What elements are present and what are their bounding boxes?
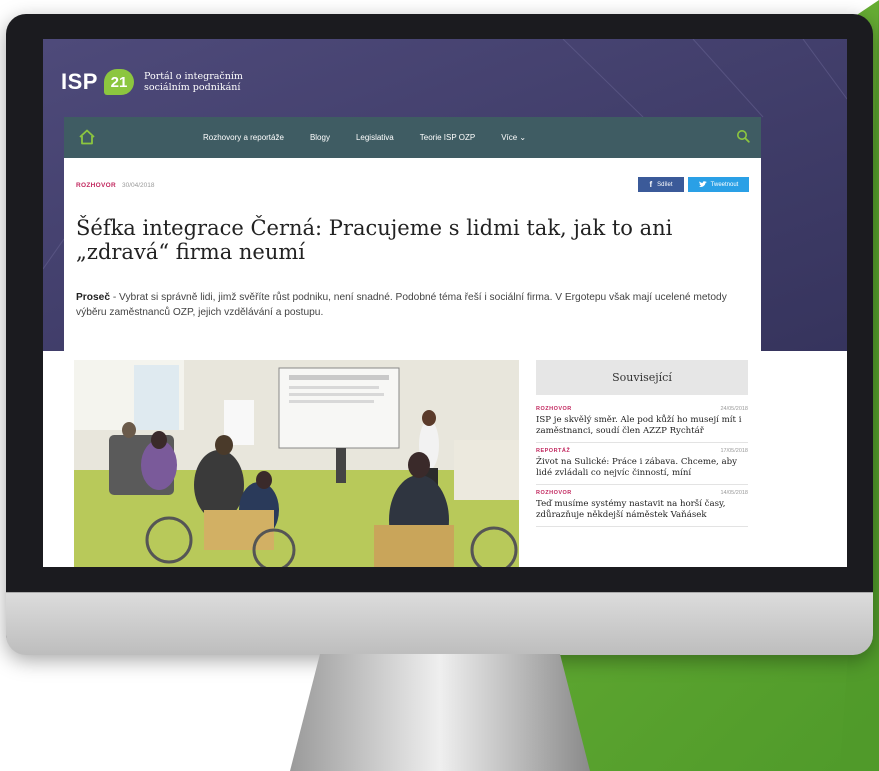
nav-item-teorie[interactable]: Teorie ISP OZP [420,133,475,142]
nav-item-legislativa[interactable]: Legislativa [356,133,394,142]
share-facebook-button[interactable]: f Sdílet [638,177,684,192]
article-photo [74,360,519,567]
nav-item-rozhovory[interactable]: Rozhovory a reportáže [203,133,284,142]
twitter-icon [698,181,707,187]
main-navigation: Rozhovory a reportáže Blogy Legislativa … [64,117,761,158]
related-item[interactable]: ROZHOVOR 24/05/2018 ISP je skvělý směr. A… [536,401,748,443]
article-meta: ROZHOVOR 30/04/2018 [76,182,155,189]
related-item-category[interactable]: ROZHOVOR [536,406,572,412]
logo-text: ISP [61,69,98,94]
article-category[interactable]: ROZHOVOR [76,182,116,189]
site-tagline: Portál o integračním sociálním podnikání [143,71,243,93]
related-articles: Související ROZHOVOR 24/05/2018 ISP je sk… [536,360,748,527]
related-heading: Související [536,360,748,395]
related-item[interactable]: ROZHOVOR 14/05/2018 Teď musíme systémy na… [536,485,748,527]
monitor-chin [6,592,873,655]
article-header: ROZHOVOR 30/04/2018 f Sdílet Tweetnout Š… [64,158,761,351]
facebook-icon: f [649,180,653,189]
related-item-category[interactable]: ROZHOVOR [536,490,572,496]
nav-menu: Rozhovory a reportáže Blogy Legislativa … [203,117,552,158]
site-logo[interactable]: ISP 21 Portál o integračním sociálním po… [61,69,264,95]
related-item-date: 24/05/2018 [720,406,748,412]
share-facebook-label: Sdílet [657,181,673,188]
article-lead-place: Proseč [76,292,110,303]
related-item-title[interactable]: ISP je skvělý směr. Ale pod kůží ho muse… [536,415,748,436]
related-item-title[interactable]: Teď musíme systémy nastavit na horší čas… [536,499,748,520]
article-date: 30/04/2018 [121,182,155,189]
browser-screen: ISP 21 Portál o integračním sociálním po… [43,39,847,567]
nav-item-blogy[interactable]: Blogy [310,133,330,142]
related-item-date: 14/05/2018 [720,490,748,496]
site-header: ISP 21 Portál o integračním sociálním po… [43,39,847,351]
related-item-date: 17/05/2018 [720,448,748,454]
share-twitter-label: Tweetnout [710,181,739,188]
article-title: Šéfka integrace Černá: Pracujeme s lidmi… [76,216,673,264]
related-item-category[interactable]: REPORTÁŽ [536,448,570,454]
article-lead-text: - Vybrat si správně lidi, jimž svěříte r… [76,292,727,318]
article-lead: Proseč - Vybrat si správně lidi, jimž sv… [76,291,736,320]
share-twitter-button[interactable]: Tweetnout [688,177,749,192]
search-icon[interactable] [736,129,750,143]
nav-item-vice[interactable]: Více ⌄ [501,133,526,142]
monitor-stand [290,654,590,771]
related-item-title[interactable]: Život na Sulické: Práce i zábava. Chceme… [536,457,748,478]
related-item[interactable]: REPORTÁŽ 17/05/2018 Život na Sulické: Prá… [536,443,748,485]
home-icon[interactable] [78,128,96,146]
logo-number-badge: 21 [103,69,134,95]
